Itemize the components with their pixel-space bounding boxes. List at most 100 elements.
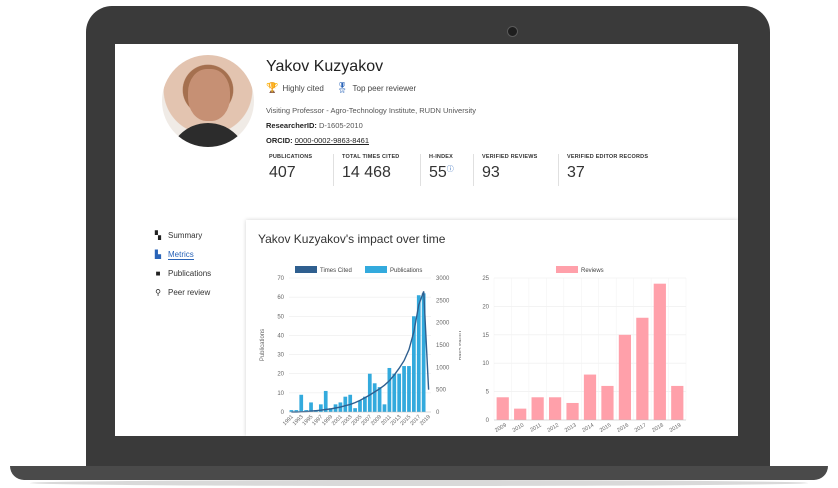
bar-reviews bbox=[653, 283, 666, 420]
bar-publications bbox=[367, 373, 372, 412]
bar-publications bbox=[377, 387, 382, 412]
orcid: ORCID: 0000-0002-9863-8461 bbox=[266, 136, 369, 145]
profile-name: Yakov Kuzyakov bbox=[266, 58, 384, 75]
help-icon[interactable]: ⓘ bbox=[447, 166, 454, 173]
sidebar-item-peer-review[interactable]: ⚲ Peer review bbox=[154, 283, 211, 302]
y2-tick-label: 3000 bbox=[436, 276, 450, 282]
screen: Yakov Kuzyakov 🏆 Highly cited 🎖 Top peer… bbox=[115, 44, 738, 436]
trophy-icon: 🏆 bbox=[266, 83, 279, 94]
y-tick-label: 15 bbox=[482, 333, 489, 339]
researcher-id: ResearcherID: D-1605-2010 bbox=[266, 121, 363, 130]
bar-publications bbox=[397, 373, 402, 412]
stat-value: 93 bbox=[482, 164, 500, 181]
x-tick-label: 2013 bbox=[564, 423, 578, 434]
x-tick-label: 2012 bbox=[546, 423, 560, 434]
x-tick-label: 2010 bbox=[512, 423, 526, 434]
legend-swatch-times-cited bbox=[295, 266, 317, 273]
badge-highly-cited: 🏆 Highly cited bbox=[266, 83, 324, 94]
x-tick-label: 2015 bbox=[599, 423, 613, 434]
nav-label: Peer review bbox=[168, 288, 211, 297]
search-icon: ⚲ bbox=[155, 288, 161, 297]
x-tick-label: 2018 bbox=[651, 423, 665, 434]
stat-label: PUBLICATIONS bbox=[269, 154, 313, 160]
bar-publications bbox=[343, 396, 348, 412]
y2-tick-label: 2000 bbox=[436, 321, 450, 327]
y-tick-label: 0 bbox=[281, 410, 285, 416]
h-index-value: 55 bbox=[429, 164, 447, 181]
y2-tick-label: 2500 bbox=[436, 298, 450, 304]
y-tick-label: 20 bbox=[482, 304, 489, 310]
nav-label: Publications bbox=[168, 269, 212, 278]
legend-label: Publications bbox=[390, 268, 422, 274]
researcher-id-label: ResearcherID: bbox=[266, 121, 317, 130]
x-tick-label: 2011 bbox=[529, 423, 542, 434]
bar-publications bbox=[372, 383, 377, 412]
reviews-chart: Reviews 0 5 10 15 20 25 2009 2010 2011 2012 2013 201… bbox=[482, 266, 687, 434]
stat-label: H-INDEX bbox=[429, 154, 454, 160]
laptop-base bbox=[10, 466, 828, 480]
x-tick-label: 2009 bbox=[494, 423, 508, 434]
orcid-link[interactable]: 0000-0002-9863-8461 bbox=[295, 136, 369, 145]
y-tick-label: 10 bbox=[277, 391, 284, 397]
bar-publications bbox=[382, 404, 387, 412]
stat-publications: PUBLICATIONS 407 bbox=[269, 154, 334, 186]
bar-reviews bbox=[671, 385, 684, 420]
bar-reviews bbox=[531, 397, 544, 420]
position-text: Visiting Professor - Agro-Technology Ins… bbox=[266, 106, 476, 115]
y-tick-label: 0 bbox=[486, 418, 490, 424]
x-tick-label: 2016 bbox=[616, 423, 630, 434]
y-tick-label: 70 bbox=[277, 276, 284, 282]
stat-label: VERIFIED EDITOR RECORDS bbox=[567, 154, 649, 160]
y2-tick-label: 500 bbox=[436, 388, 447, 394]
y-tick-label: 25 bbox=[482, 276, 489, 282]
y-tick-label: 60 bbox=[277, 295, 284, 301]
summary-icon: ▚ bbox=[154, 231, 162, 240]
sidebar-nav: ▚ Summary ▙ Metrics ■ Publications ⚲ Pee… bbox=[154, 226, 211, 302]
y2-axis-label: Times cited bbox=[457, 330, 461, 360]
bar-reviews bbox=[566, 402, 579, 420]
bar-reviews bbox=[618, 334, 632, 420]
y-tick-label: 20 bbox=[277, 372, 284, 378]
y2-tick-label: 1000 bbox=[436, 365, 450, 371]
legend-swatch-reviews bbox=[556, 266, 578, 273]
x-tick-label: 2019 bbox=[669, 423, 683, 434]
y-tick-label: 10 bbox=[482, 361, 489, 367]
stat-value: 37 bbox=[567, 164, 585, 181]
y-tick-label: 5 bbox=[486, 390, 490, 396]
legend-label: Times Cited bbox=[320, 268, 352, 274]
legend-label: Reviews bbox=[581, 268, 604, 274]
avatar bbox=[162, 55, 254, 147]
stat-editor-records: VERIFIED EDITOR RECORDS 37 bbox=[567, 154, 669, 186]
y2-tick-label: 0 bbox=[436, 410, 440, 416]
bar-reviews bbox=[583, 374, 597, 420]
stat-h-index: H-INDEX 55ⓘ bbox=[429, 154, 474, 186]
camera-icon bbox=[507, 26, 518, 37]
stat-value: 407 bbox=[269, 164, 296, 181]
researcher-id-value: D-1605-2010 bbox=[318, 121, 363, 130]
stat-label: TOTAL TIMES CITED bbox=[342, 154, 400, 160]
panel-title: Yakov Kuzyakov's impact over time bbox=[258, 232, 446, 246]
nav-label: Summary bbox=[168, 231, 203, 240]
y-tick-label: 40 bbox=[277, 333, 284, 339]
bar-reviews bbox=[548, 397, 562, 420]
bar-publications bbox=[358, 400, 362, 412]
laptop-shadow bbox=[30, 480, 808, 486]
stat-value: 55ⓘ bbox=[429, 164, 465, 182]
nav-label: Metrics bbox=[168, 249, 194, 260]
bar-publications bbox=[299, 394, 304, 412]
stats-bar: PUBLICATIONS 407 TOTAL TIMES CITED 14 46… bbox=[269, 154, 677, 186]
stat-times-cited: TOTAL TIMES CITED 14 468 bbox=[342, 154, 421, 186]
impact-chart: Times Cited Publications 0 10 20 30 40 50 60 70 0 5… bbox=[260, 266, 461, 427]
stat-label: VERIFIED REVIEWS bbox=[482, 154, 538, 160]
y-tick-label: 30 bbox=[277, 353, 284, 359]
y-axis-label: Publications bbox=[260, 329, 266, 361]
bar-publications bbox=[392, 373, 397, 412]
badge-label: Highly cited bbox=[282, 84, 324, 93]
avatar-face bbox=[188, 69, 230, 121]
badges: 🏆 Highly cited 🎖 Top peer reviewer bbox=[266, 83, 416, 94]
stat-verified-reviews: VERIFIED REVIEWS 93 bbox=[482, 154, 559, 186]
y-tick-label: 50 bbox=[277, 314, 284, 320]
sidebar-item-metrics[interactable]: ▙ Metrics bbox=[154, 245, 211, 264]
sidebar-item-summary[interactable]: ▚ Summary bbox=[154, 226, 211, 245]
sidebar-item-publications[interactable]: ■ Publications bbox=[154, 264, 212, 283]
